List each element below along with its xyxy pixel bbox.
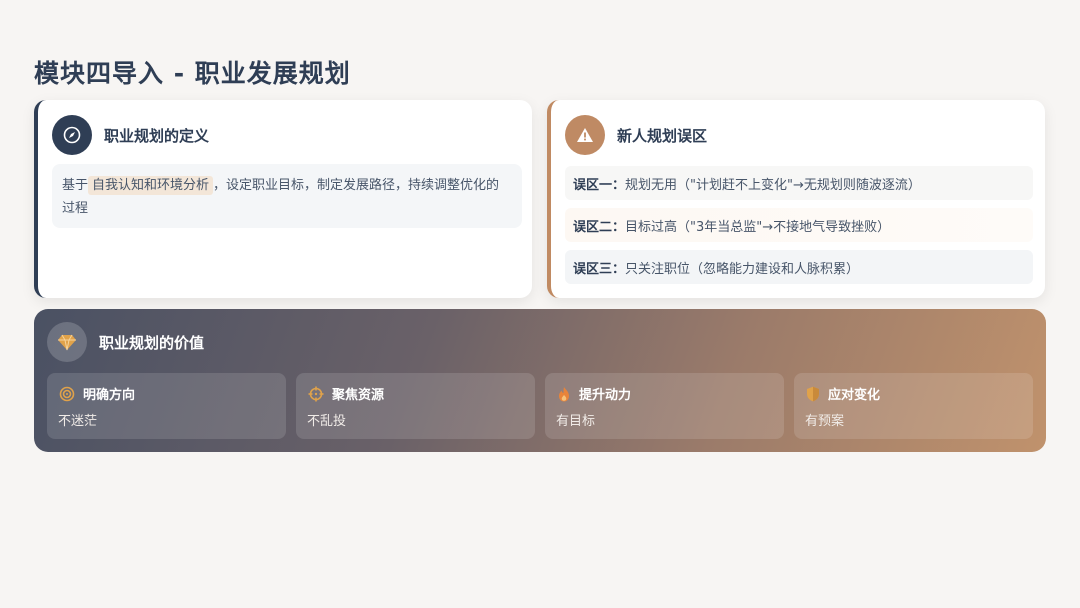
mistake-text: 只关注职位（忽略能力建设和人脉积累） [625, 261, 860, 277]
definition-title: 职业规划的定义 [104, 126, 210, 145]
value-panel: 职业规划的价值 明确方向 不迷茫 聚焦资源 不乱投 提升动力 有目标 应对变化 … [34, 309, 1046, 452]
target-icon [59, 386, 75, 402]
compass-icon [52, 115, 92, 155]
gem-icon [47, 322, 87, 362]
value-item-change: 应对变化 有预案 [794, 373, 1033, 439]
mistake-label: 误区一： [573, 177, 626, 193]
value-item-title: 聚焦资源 [332, 388, 385, 403]
value-title: 职业规划的价值 [99, 333, 205, 352]
mistake-label: 误区三： [573, 261, 626, 277]
value-item-title: 应对变化 [828, 388, 881, 403]
shield-icon [806, 386, 820, 402]
mistake-text: 目标过高（"3年当总监"→不接地气导致挫败） [625, 219, 891, 235]
mistakes-header: 新人规划误区 [565, 114, 707, 156]
definition-card: 职业规划的定义 基于 自我认知和环境分析 ，设定职业目标，制定发展路径，持续调整优化… [34, 100, 532, 298]
value-item-direction: 明确方向 不迷茫 [47, 373, 286, 439]
mistake-item: 误区一： 规划无用（"计划赶不上变化"→无规划则随波逐流） [565, 166, 1033, 200]
definition-text: 基于 自我认知和环境分析 ，设定职业目标，制定发展路径，持续调整优化的过程 [52, 164, 522, 228]
page-title: 模块四导入 - 职业发展规划 [34, 59, 351, 88]
mistakes-title: 新人规划误区 [617, 126, 708, 145]
flame-icon [557, 386, 571, 402]
mistake-label: 误区二： [573, 219, 626, 235]
definition-text-before: 基于 [62, 178, 89, 193]
value-item-sub: 有预案 [805, 414, 845, 429]
value-item-sub: 不乱投 [307, 414, 347, 429]
value-item-motivation: 提升动力 有目标 [545, 373, 784, 439]
mistake-item: 误区二： 目标过高（"3年当总监"→不接地气导致挫败） [565, 208, 1033, 242]
definition-header: 职业规划的定义 [52, 114, 209, 156]
mistake-text: 规划无用（"计划赶不上变化"→无规划则随波逐流） [625, 177, 921, 193]
warning-icon [565, 115, 605, 155]
definition-highlight: 自我认知和环境分析 [88, 176, 214, 195]
mistake-item: 误区三： 只关注职位（忽略能力建设和人脉积累） [565, 250, 1033, 284]
value-item-title: 提升动力 [579, 388, 632, 403]
crosshair-icon [308, 386, 324, 402]
value-item-focus: 聚焦资源 不乱投 [296, 373, 535, 439]
value-item-sub: 有目标 [556, 414, 596, 429]
value-item-title: 明确方向 [83, 388, 136, 403]
value-item-sub: 不迷茫 [58, 414, 98, 429]
mistakes-card: 新人规划误区 误区一： 规划无用（"计划赶不上变化"→无规划则随波逐流） 误区二：… [547, 100, 1045, 298]
value-header: 职业规划的价值 [47, 322, 204, 362]
